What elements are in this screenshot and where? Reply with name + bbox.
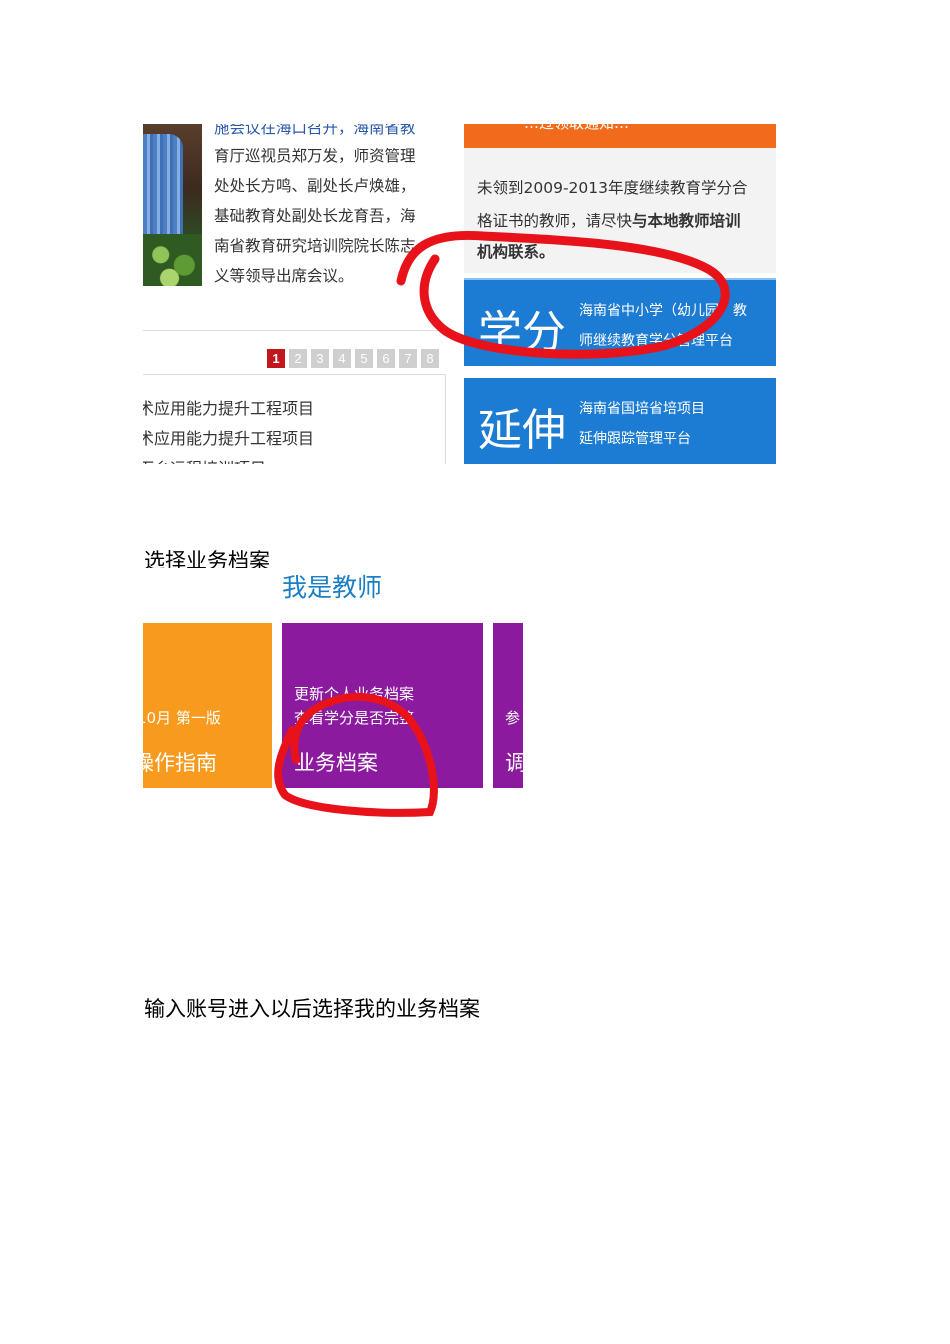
- third-tile[interactable]: 参 调: [493, 623, 523, 788]
- guide-tile[interactable]: 10月 第一版 操作指南: [143, 623, 272, 788]
- business-archive-tile[interactable]: 更新个人业务档案 查看学分是否完整 业务档案: [282, 623, 483, 788]
- annotation-circle: [396, 230, 730, 359]
- tile-line: 查看学分是否完整: [294, 709, 415, 727]
- caption-enter-account: 输入账号进入以后选择我的业务档案: [144, 997, 480, 1021]
- tile-line: 参: [505, 709, 521, 727]
- tile-title: 操作指南: [143, 751, 217, 775]
- tile-line: 10月 第一版: [143, 709, 221, 727]
- teacher-screenshot: 我是教师 10月 第一版 操作指南 更新个人业务档案 查看学分是否完整 业务档案…: [143, 568, 523, 790]
- tile-line: 更新个人业务档案: [294, 685, 415, 703]
- tile-title: 业务档案: [294, 751, 378, 775]
- tile-title: 调: [505, 751, 523, 775]
- portal-screenshot: 施会议在海口召开，海南省教 育厅巡视员郑万发，师资管理 处处长方鸣、副处长卢焕雄…: [143, 124, 776, 464]
- page-title: 我是教师: [282, 573, 383, 602]
